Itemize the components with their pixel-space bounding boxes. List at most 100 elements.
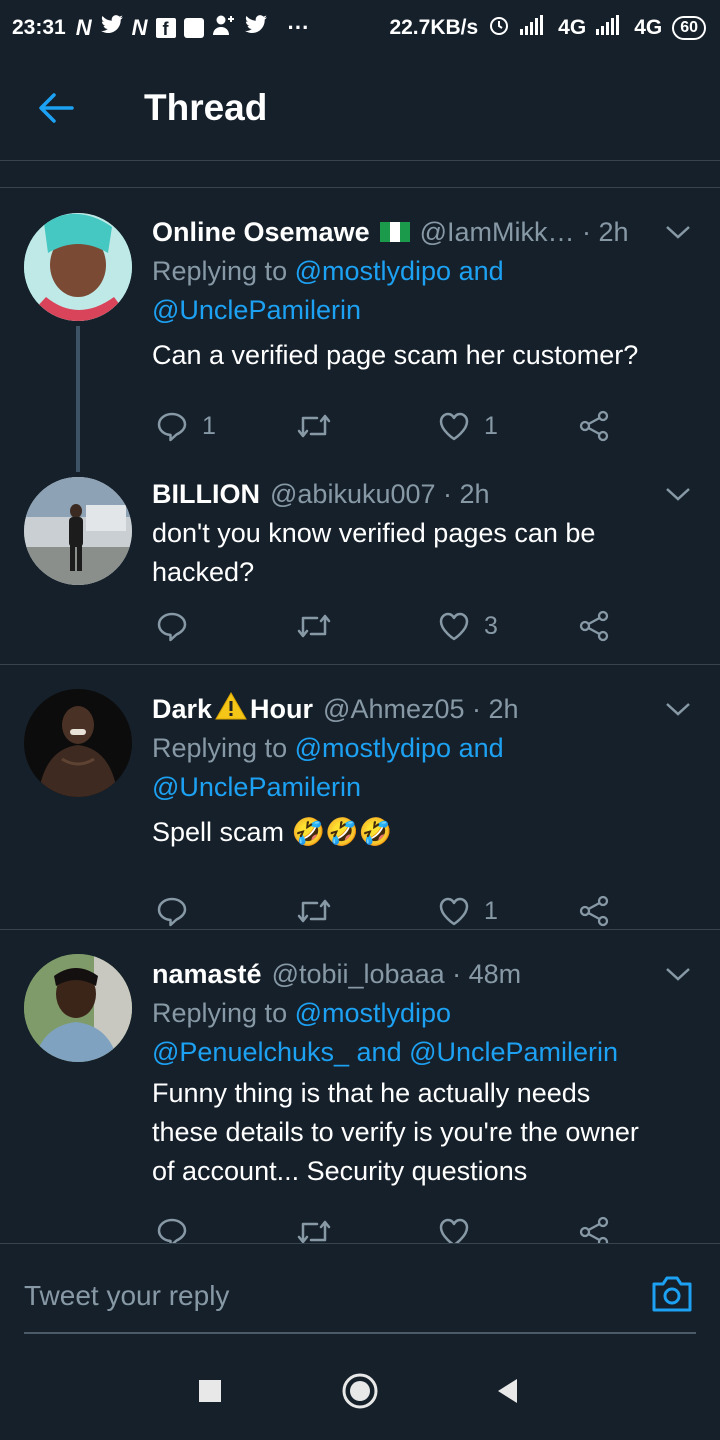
replying-to: Replying to @mostlydipo and @UnclePamile… [152, 256, 504, 325]
display-name[interactable]: namasté [152, 959, 262, 990]
heart-icon [439, 412, 469, 441]
arrow-left-icon [39, 93, 74, 123]
back-nav-button[interactable] [488, 1371, 528, 1411]
handle[interactable]: @IamMikk… · 2h [420, 217, 629, 248]
network-type-1: 4G [558, 16, 587, 39]
share-button[interactable] [578, 889, 610, 933]
handle[interactable]: @abikuku007 · 2h [270, 479, 490, 510]
avatar[interactable] [24, 689, 132, 797]
tweet-text: Funny thing is that he actually needs th… [152, 1078, 639, 1186]
like-button[interactable]: 1 [438, 404, 498, 448]
network-speed: 22.7KB/s [389, 16, 479, 39]
avatar[interactable] [24, 477, 132, 585]
twitter-icon [244, 15, 268, 41]
chevron-down-icon [666, 968, 690, 981]
tweet[interactable]: namasté @tobii_lobaaa · 48m Replying to … [0, 930, 720, 1243]
page-title: Thread [144, 87, 268, 128]
mention-link[interactable]: @UnclePamilerin [152, 295, 361, 325]
tweet-text: Can a verified page scam her customer? [152, 340, 639, 370]
like-button[interactable]: 1 [438, 889, 498, 933]
retweet-icon [297, 614, 331, 638]
home-button[interactable] [338, 1369, 382, 1413]
tweet[interactable]: Online Osemawe @IamMikk… · 2h Replying t… [0, 188, 720, 664]
heart-icon [439, 897, 469, 926]
share-button[interactable] [578, 1210, 610, 1243]
reply-count: 1 [202, 411, 216, 440]
retweet-button[interactable] [296, 1210, 332, 1243]
tweet-menu-button[interactable] [660, 691, 696, 727]
replying-to: Replying to @mostlydipo and @UnclePamile… [152, 733, 504, 802]
share-icon [579, 410, 609, 442]
tweet-menu-button[interactable] [660, 956, 696, 992]
rofl-emoji: 🤣🤣🤣 [291, 817, 393, 847]
reply-icon [157, 897, 187, 927]
retweet-button[interactable] [296, 604, 332, 648]
warning-icon [214, 691, 248, 728]
status-time: 23:31 [12, 16, 66, 39]
retweet-button[interactable] [296, 889, 332, 933]
reply-icon [157, 412, 187, 442]
status-bar: 23:31 N N f ··· 22.7KB/s 4G 4G 60 [0, 0, 720, 56]
tweet-actions: 3 [152, 604, 696, 648]
retweet-icon [297, 899, 331, 923]
display-name[interactable]: Online Osemawe [152, 217, 370, 248]
reply-button[interactable] [156, 604, 188, 648]
tweet-actions: 1 1 [152, 404, 696, 448]
retweet-icon [297, 414, 331, 438]
share-button[interactable] [578, 404, 610, 448]
like-button[interactable]: 3 [438, 604, 498, 648]
tweet-actions [152, 1210, 696, 1243]
chevron-down-icon [666, 488, 690, 501]
alarm-icon [488, 14, 510, 42]
like-count: 1 [484, 896, 498, 925]
replying-to: Replying to @mostlydipo @Penuelchuks_ an… [152, 998, 619, 1067]
recents-button[interactable] [190, 1371, 230, 1411]
tweet-text: don't you know verified pages can be hac… [152, 518, 596, 587]
mention-link[interactable]: @mostlydipo and [295, 256, 504, 286]
reply-button[interactable] [156, 889, 188, 933]
battery-indicator: 60 [672, 16, 706, 40]
display-name[interactable]: BILLION [152, 479, 260, 510]
signal-icon [596, 15, 624, 41]
tweet[interactable]: Dark Hour @Ahmez05 · 2h Replying to @mos… [0, 665, 720, 929]
back-triangle-icon [498, 1379, 517, 1403]
tweet-menu-button[interactable] [660, 214, 696, 250]
netflix-icon: N [131, 15, 148, 40]
add-user-icon [212, 14, 236, 42]
mention-link[interactable]: @Penuelchuks_ and @UnclePamilerin [152, 1037, 618, 1067]
reply-composer: Tweet your reply [0, 1243, 720, 1341]
avatar[interactable] [24, 954, 132, 1062]
reply-button[interactable] [156, 1210, 188, 1243]
mention-link[interactable]: @mostlydipo [295, 998, 451, 1028]
mention-link[interactable]: @mostlydipo and [295, 733, 504, 763]
share-icon [579, 895, 609, 927]
home-circle-icon [342, 1373, 378, 1409]
netflix-icon: N [75, 15, 92, 40]
tweet-menu-button[interactable] [660, 476, 696, 512]
retweet-button[interactable] [296, 404, 332, 448]
thread-connector [76, 326, 80, 472]
reply-input-underline [24, 1332, 696, 1334]
nigeria-flag-icon [379, 222, 410, 242]
back-button[interactable] [20, 72, 92, 144]
display-name[interactable]: Dark [152, 694, 212, 725]
like-count: 3 [484, 611, 498, 640]
handle[interactable]: @Ahmez05 · 2h [323, 694, 519, 725]
reply-button[interactable]: 1 [156, 404, 216, 448]
more-notifications-icon: ··· [287, 15, 310, 40]
retweet-icon [297, 1220, 331, 1243]
camera-button[interactable] [650, 1274, 694, 1314]
avatar[interactable] [24, 213, 132, 321]
reply-icon [157, 612, 187, 642]
facebook-icon: f [155, 18, 176, 39]
chevron-down-icon [666, 703, 690, 716]
reply-input[interactable]: Tweet your reply [24, 1258, 624, 1334]
heart-icon [439, 1218, 469, 1243]
app-header: Thread [0, 56, 720, 160]
chevron-down-icon [666, 226, 690, 239]
share-button[interactable] [578, 604, 610, 648]
like-button[interactable] [438, 1210, 470, 1243]
mention-link[interactable]: @UnclePamilerin [152, 772, 361, 802]
handle[interactable]: @tobii_lobaaa · 48m [272, 959, 522, 990]
display-name-suffix[interactable]: Hour [250, 694, 313, 725]
